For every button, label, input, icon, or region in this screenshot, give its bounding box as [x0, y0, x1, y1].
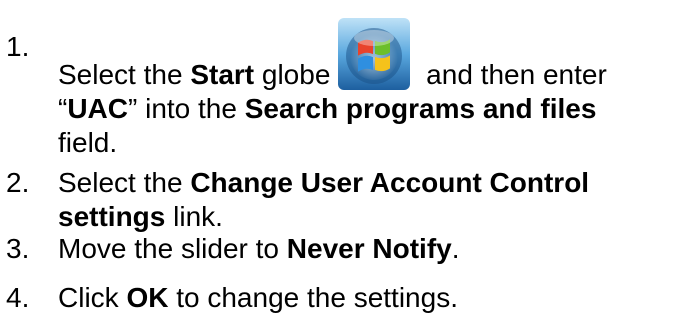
instruction-list: 1. Select the Start globe and then enter…	[0, 0, 675, 321]
step-number: 2.	[6, 167, 30, 198]
step-text-part: and then enter	[418, 59, 607, 90]
uac-term: UAC	[67, 93, 128, 124]
step-number: 4.	[6, 282, 30, 313]
search-field-label: Search programs and files	[244, 93, 597, 124]
quote-open: “	[58, 93, 68, 124]
step-text-part: Select the	[58, 167, 191, 198]
step-text: Select the Start globe and then enter “U…	[58, 18, 670, 160]
quote-close: ”	[128, 93, 138, 124]
step-text-part: into the	[137, 93, 245, 124]
never-notify-label: Never Notify	[286, 233, 452, 264]
start-label: Start	[190, 59, 255, 90]
step-text-part: to change the settings.	[168, 282, 458, 313]
step-text-part: .	[451, 233, 460, 264]
step-text-part: Click	[58, 282, 127, 313]
step-number: 3.	[6, 233, 30, 264]
windows-start-orb-icon	[336, 18, 412, 90]
step-text: Select the Change User Account Control s…	[58, 166, 670, 234]
step-text-part: Select the	[58, 59, 191, 90]
ok-label: OK	[126, 282, 169, 313]
step-text-part: globe	[254, 59, 331, 90]
step-text-part: link.	[165, 201, 223, 232]
step-text-part: field.	[58, 127, 118, 158]
step-number: 1.	[6, 31, 30, 62]
step-text-part: Move the slider to	[58, 233, 287, 264]
step-text: Move the slider to Never Notify.	[58, 232, 670, 266]
step-text: Click OK to change the settings.	[58, 281, 670, 315]
